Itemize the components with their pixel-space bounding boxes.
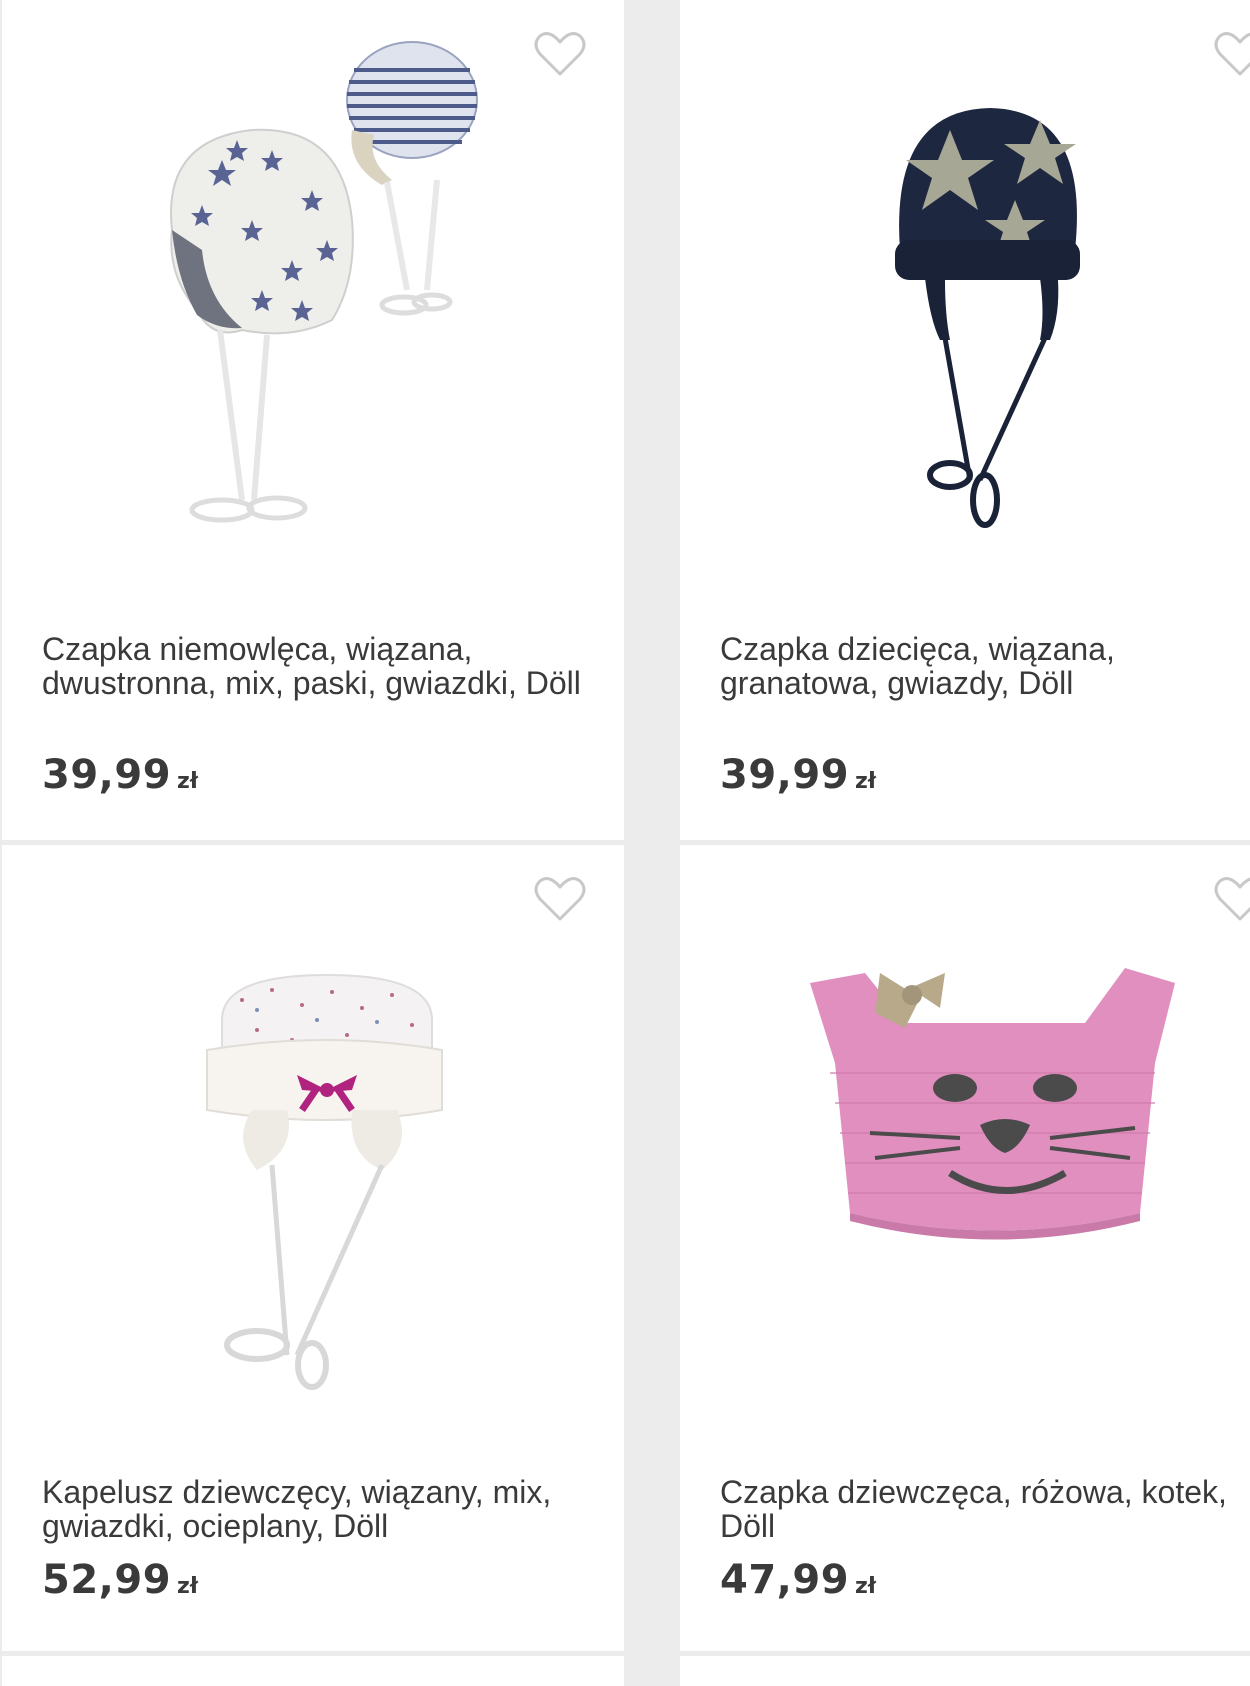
heart-outline-icon[interactable] [534,30,586,78]
product-image-area[interactable] [2,0,624,600]
product-image[interactable] [890,100,1090,540]
product-title[interactable]: Czapka dziewczęca, różowa, kotek, Döll [720,1475,1250,1543]
product-image-area[interactable] [680,845,1250,1445]
product-card[interactable]: Czapka niemowlęca, wiązana, dwustronna, … [2,0,624,840]
product-card[interactable] [2,1656,624,1686]
price-currency: zł [855,1574,876,1599]
product-card[interactable]: Czapka dziewczęca, różowa, kotek, Döll 47… [680,845,1250,1651]
product-title[interactable]: Kapelusz dziewczęcy, wiązany, mix, gwiaz… [42,1475,604,1543]
product-card[interactable]: Kapelusz dziewczęcy, wiązany, mix, gwiaz… [2,845,624,1651]
product-price: 39,99 zł [720,752,876,798]
price-currency: zł [855,769,876,794]
heart-outline-icon[interactable] [1214,875,1250,923]
product-title[interactable]: Czapka niemowlęca, wiązana, dwustronna, … [42,632,604,700]
price-amount: 52,99 [42,1557,172,1603]
product-card[interactable] [680,1656,1250,1686]
heart-outline-icon[interactable] [1214,30,1250,78]
product-price: 39,99 zł [42,752,198,798]
product-image[interactable] [810,963,1180,1263]
product-image-area[interactable] [2,845,624,1445]
product-image[interactable] [202,970,452,1390]
product-price: 52,99 zł [42,1557,198,1603]
price-currency: zł [177,1574,198,1599]
product-image-area[interactable] [680,0,1250,600]
product-price: 47,99 zł [720,1557,876,1603]
price-currency: zł [177,769,198,794]
price-amount: 39,99 [42,752,172,798]
product-image[interactable] [142,30,522,560]
product-title[interactable]: Czapka dziecięca, wiązana, granatowa, gw… [720,632,1230,700]
product-card[interactable]: Czapka dziecięca, wiązana, granatowa, gw… [680,0,1250,840]
price-amount: 47,99 [720,1557,850,1603]
price-amount: 39,99 [720,752,850,798]
heart-outline-icon[interactable] [534,875,586,923]
